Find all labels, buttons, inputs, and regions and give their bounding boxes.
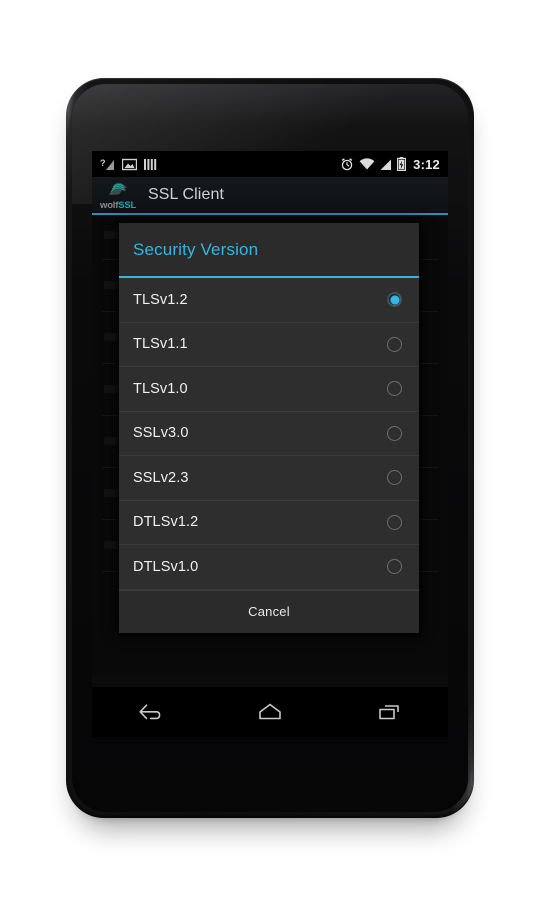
option-label: DTLSv1.2 [133, 514, 199, 531]
back-button[interactable] [119, 690, 183, 734]
option-label: SSLv2.3 [133, 469, 189, 486]
navigation-bar [92, 687, 448, 737]
dialog-title: Security Version [133, 239, 259, 259]
option-row-sslv3-0[interactable]: SSLv3.0 [119, 411, 419, 456]
battery-charging-icon [397, 157, 407, 171]
phone-screen: ? 3:12 wolfSSL SSL Client Security Versi… [92, 151, 448, 737]
radio-button[interactable] [387, 336, 402, 352]
security-version-dialog: Security Version TLSv1.2 TLSv1.1 TLSv1.0… [119, 223, 419, 633]
cancel-button[interactable]: Cancel [230, 598, 308, 625]
radio-button[interactable] [387, 514, 402, 530]
svg-text:?: ? [100, 158, 106, 168]
radio-button[interactable] [387, 381, 402, 397]
home-button[interactable] [238, 690, 302, 734]
radio-button-selected[interactable] [387, 292, 402, 308]
status-bar-right-icons: 3:12 [340, 157, 440, 171]
wolf-head-icon [109, 182, 127, 195]
radio-button[interactable] [387, 425, 402, 441]
option-label: TLSv1.0 [133, 380, 188, 397]
app-title: SSL Client [148, 186, 224, 203]
cellular-signal-icon [380, 159, 392, 170]
option-label: TLSv1.1 [133, 336, 188, 353]
option-row-tlsv1-2[interactable]: TLSv1.2 [119, 278, 419, 323]
alarm-icon [341, 158, 353, 171]
screenshot-icon [122, 158, 137, 170]
action-bar: wolfSSL SSL Client [92, 177, 448, 215]
recents-icon [378, 705, 399, 720]
option-row-sslv2-3[interactable]: SSLv2.3 [119, 456, 419, 501]
vpn-bars-icon [144, 158, 157, 170]
dialog-title-bar: Security Version [119, 223, 419, 278]
security-version-options-list: TLSv1.2 TLSv1.1 TLSv1.0 SSLv3.0 SSLv2.3 … [119, 278, 419, 590]
no-sim-signal-icon: ? [100, 158, 114, 170]
radio-button[interactable] [387, 470, 402, 486]
back-arrow-icon [139, 704, 161, 720]
option-label: SSLv3.0 [133, 425, 189, 442]
option-row-dtlsv1-2[interactable]: DTLSv1.2 [119, 500, 419, 545]
status-bar: ? 3:12 [92, 151, 448, 177]
option-row-dtlsv1-0[interactable]: DTLSv1.0 [119, 545, 419, 590]
dialog-footer: Cancel [119, 589, 419, 633]
option-label: DTLSv1.0 [133, 558, 199, 575]
wolfssl-wordmark: wolfSSL [100, 199, 137, 211]
option-label: TLSv1.2 [133, 291, 188, 308]
wifi-icon [359, 157, 375, 169]
wolfssl-logo: wolfSSL [99, 180, 141, 210]
status-bar-left-icons: ? [100, 158, 158, 171]
home-icon [259, 703, 281, 720]
radio-button[interactable] [387, 559, 402, 575]
option-row-tlsv1-1[interactable]: TLSv1.1 [119, 322, 419, 367]
recents-button[interactable] [357, 690, 421, 734]
option-row-tlsv1-0[interactable]: TLSv1.0 [119, 367, 419, 412]
status-bar-clock: 3:12 [413, 156, 440, 172]
